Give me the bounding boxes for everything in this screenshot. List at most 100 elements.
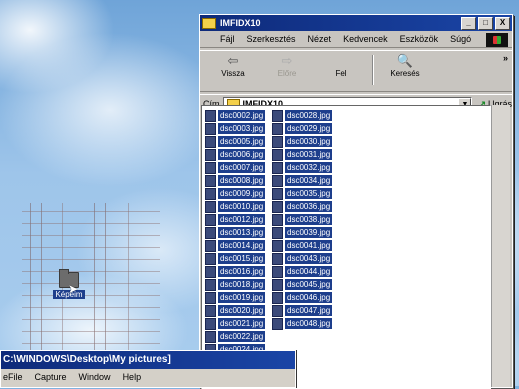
app-menu-capture[interactable]: Capture <box>35 372 67 382</box>
file-item[interactable]: dsc0041.jpg <box>272 239 333 252</box>
jpg-file-icon <box>272 304 283 317</box>
file-item[interactable]: dsc0005.jpg <box>205 135 266 148</box>
jpg-file-icon <box>205 330 216 343</box>
file-name: dsc0047.jpg <box>285 305 333 316</box>
close-button[interactable]: X <box>495 16 510 30</box>
file-item[interactable]: dsc0034.jpg <box>272 174 333 187</box>
minimize-button[interactable]: _ <box>461 16 476 30</box>
menu-view[interactable]: Nézet <box>308 34 332 44</box>
file-item[interactable]: dsc0038.jpg <box>272 213 333 226</box>
file-item[interactable]: dsc0032.jpg <box>272 161 333 174</box>
file-name: dsc0030.jpg <box>285 136 333 147</box>
file-name: dsc0043.jpg <box>285 253 333 264</box>
file-name: dsc0046.jpg <box>285 292 333 303</box>
file-item[interactable]: dsc0046.jpg <box>272 291 333 304</box>
grid-line <box>22 307 160 308</box>
grid-line <box>22 247 160 248</box>
file-list-pane[interactable]: dsc0002.jpg dsc0003.jpg dsc0005.jpg dsc0006… <box>201 105 491 389</box>
menu-favorites[interactable]: Kedvencek <box>343 34 388 44</box>
jpg-file-icon <box>272 252 283 265</box>
file-item[interactable]: dsc0044.jpg <box>272 265 333 278</box>
jpg-file-icon <box>272 317 283 330</box>
jpg-file-icon <box>272 148 283 161</box>
file-item[interactable]: dsc0028.jpg <box>272 109 333 122</box>
file-item[interactable]: dsc0030.jpg <box>272 135 333 148</box>
jpg-file-icon <box>205 213 216 226</box>
explorer-titlebar[interactable]: IMFIDX10 _ □ X <box>200 15 512 31</box>
file-item[interactable]: dsc0019.jpg <box>205 291 266 304</box>
file-item[interactable]: dsc0043.jpg <box>272 252 333 265</box>
app-titlebar[interactable]: C:\WINDOWS\Desktop\My pictures] <box>1 351 295 369</box>
app-menu-help[interactable]: Help <box>123 372 142 382</box>
toolbar-more-chevron-icon[interactable]: » <box>503 53 508 63</box>
file-item[interactable]: dsc0012.jpg <box>205 213 266 226</box>
jpg-file-icon <box>205 174 216 187</box>
jpg-file-icon <box>272 226 283 239</box>
forward-arrow-icon: ⇨ <box>281 53 293 68</box>
file-name: dsc0032.jpg <box>285 162 333 173</box>
file-item[interactable]: dsc0048.jpg <box>272 317 333 330</box>
file-item[interactable]: dsc0016.jpg <box>205 265 266 278</box>
grid-line <box>22 343 160 344</box>
jpg-file-icon <box>205 304 216 317</box>
jpg-file-icon <box>205 122 216 135</box>
file-item[interactable]: dsc0036.jpg <box>272 200 333 213</box>
jpg-file-icon <box>205 109 216 122</box>
file-name: dsc0048.jpg <box>285 318 333 329</box>
file-item[interactable]: dsc0029.jpg <box>272 122 333 135</box>
forward-button[interactable]: ⇨ Előre <box>260 53 314 78</box>
file-column: dsc0002.jpg dsc0003.jpg dsc0005.jpg dsc0006… <box>205 109 266 369</box>
file-item[interactable]: dsc0002.jpg <box>205 109 266 122</box>
search-button[interactable]: 🔍 Keresés <box>378 53 432 78</box>
grid-line <box>22 259 160 260</box>
file-name: dsc0005.jpg <box>218 136 266 147</box>
file-name: dsc0019.jpg <box>218 292 266 303</box>
file-item[interactable]: dsc0014.jpg <box>205 239 266 252</box>
file-name: dsc0036.jpg <box>285 201 333 212</box>
forward-label: Előre <box>277 69 297 78</box>
file-name: dsc0035.jpg <box>285 188 333 199</box>
back-button[interactable]: ⇦ Vissza <box>206 53 260 78</box>
up-button[interactable]: Fel <box>314 53 368 78</box>
file-name: dsc0045.jpg <box>285 279 333 290</box>
file-item[interactable]: dsc0045.jpg <box>272 278 333 291</box>
file-item[interactable]: dsc0010.jpg <box>205 200 266 213</box>
file-item[interactable]: dsc0006.jpg <box>205 148 266 161</box>
file-item[interactable]: dsc0039.jpg <box>272 226 333 239</box>
capture-app-window: C:\WINDOWS\Desktop\My pictures] eFile Ca… <box>0 350 296 388</box>
search-label: Keresés <box>390 69 420 78</box>
menu-edit[interactable]: Szerkesztés <box>247 34 296 44</box>
grid-line <box>22 223 160 224</box>
menu-tools[interactable]: Eszközök <box>400 34 439 44</box>
app-menu-bar: eFile Capture Window Help <box>1 369 295 385</box>
file-item[interactable]: dsc0003.jpg <box>205 122 266 135</box>
file-item[interactable]: dsc0035.jpg <box>272 187 333 200</box>
file-name: dsc0020.jpg <box>218 305 266 316</box>
file-item[interactable]: dsc0013.jpg <box>205 226 266 239</box>
menu-file[interactable]: Fájl <box>220 34 235 44</box>
jpg-file-icon <box>272 265 283 278</box>
file-name: dsc0028.jpg <box>285 110 333 121</box>
app-menu-file[interactable]: eFile <box>3 372 23 382</box>
file-item[interactable]: dsc0022.jpg <box>205 330 266 343</box>
file-column: dsc0028.jpg dsc0029.jpg dsc0030.jpg dsc0031… <box>272 109 333 330</box>
file-item[interactable]: dsc0009.jpg <box>205 187 266 200</box>
menu-help[interactable]: Súgó <box>450 34 471 44</box>
file-name: dsc0034.jpg <box>285 175 333 186</box>
file-item[interactable]: dsc0007.jpg <box>205 161 266 174</box>
jpg-file-icon <box>205 291 216 304</box>
app-menu-window[interactable]: Window <box>79 372 111 382</box>
maximize-button[interactable]: □ <box>478 16 493 30</box>
jpg-file-icon <box>272 135 283 148</box>
file-item[interactable]: dsc0015.jpg <box>205 252 266 265</box>
file-name: dsc0012.jpg <box>218 214 266 225</box>
file-item[interactable]: dsc0008.jpg <box>205 174 266 187</box>
file-item[interactable]: dsc0018.jpg <box>205 278 266 291</box>
file-name: dsc0014.jpg <box>218 240 266 251</box>
file-item[interactable]: dsc0020.jpg <box>205 304 266 317</box>
file-item[interactable]: dsc0047.jpg <box>272 304 333 317</box>
vertical-scrollbar[interactable] <box>491 105 510 387</box>
windows-logo-icon <box>486 33 508 47</box>
file-item[interactable]: dsc0031.jpg <box>272 148 333 161</box>
file-item[interactable]: dsc0021.jpg <box>205 317 266 330</box>
